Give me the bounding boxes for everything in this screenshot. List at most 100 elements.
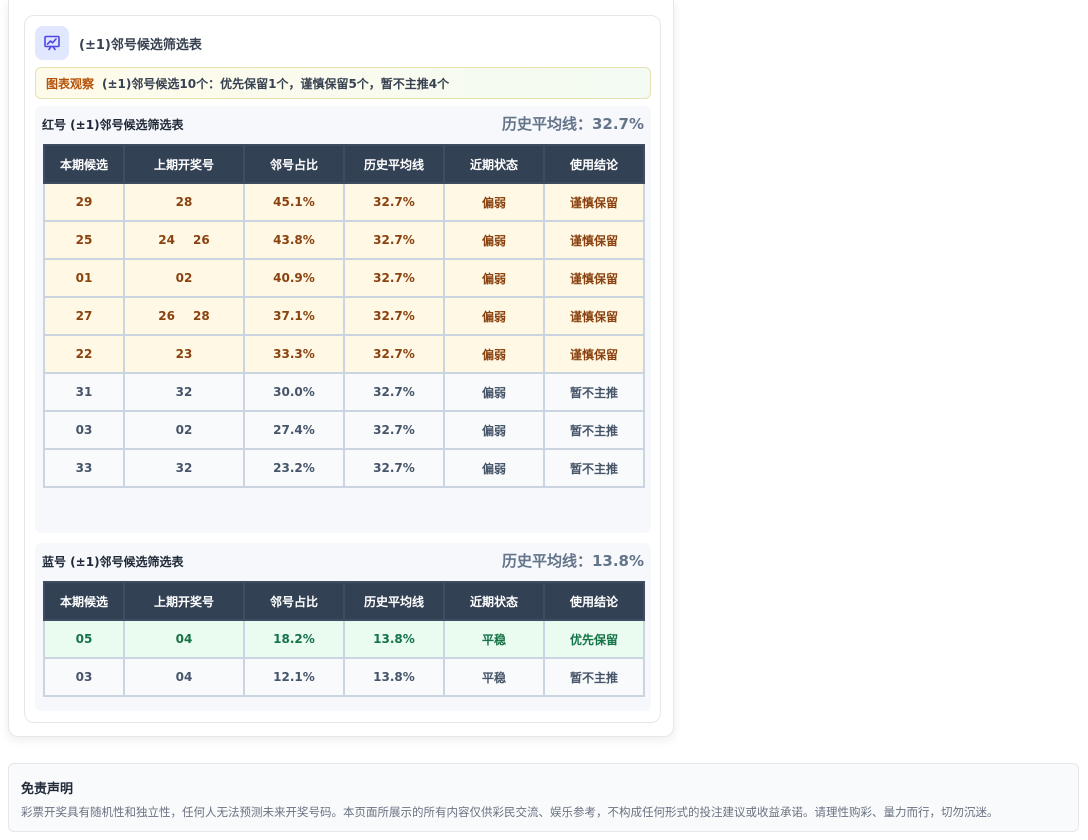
previous-draw-numbers: 04 [123,619,245,659]
red-average-label: 历史平均线：32.7% [501,115,644,133]
candidate-number: 03 [43,410,125,450]
previous-draw-numbers: 32 [123,448,245,488]
table-row: 25 24 26 43.8% 32.7% 偏弱 谨慎保留 [43,220,645,260]
history-average: 32.7% [343,334,445,374]
usage-conclusion: 谨慎保留 [543,220,645,260]
usage-conclusion: 谨慎保留 [543,334,645,374]
usage-conclusion: 谨慎保留 [543,182,645,222]
table-row: 01 02 40.9% 32.7% 偏弱 谨慎保留 [43,258,645,298]
observation-banner: 图表观察 (±1)邻号候选10个：优先保留1个，谨慎保留5个，暂不主推4个 [35,67,651,99]
recent-status: 偏弱 [443,448,545,488]
previous-draw-number: 24 [158,233,175,247]
column-header: 近期状态 [443,581,545,621]
column-header: 上期开奖号 [123,581,245,621]
table-header-row: 本期候选 上期开奖号 邻号占比 历史平均线 近期状态 使用结论 [43,144,645,184]
previous-draw-numbers: 24 26 [123,220,245,260]
table-header-row: 本期候选 上期开奖号 邻号占比 历史平均线 近期状态 使用结论 [43,581,645,621]
history-average: 32.7% [343,410,445,450]
table-row: 29 28 45.1% 32.7% 偏弱 谨慎保留 [43,182,645,222]
neighbor-filter-card: (±1)邻号候选筛选表 图表观察 (±1)邻号候选10个：优先保留1个，谨慎保留… [24,15,661,723]
disclaimer-box: 免责声明 彩票开奖具有随机性和独立性，任何人无法预测未来开奖号码。本页面所展示的… [8,763,1079,832]
neighbor-ratio: 37.1% [243,296,345,336]
blue-table-title: 蓝号 (±1)邻号候选筛选表 [42,555,184,569]
previous-draw-number: 28 [193,309,210,323]
previous-draw-numbers: 32 [123,372,245,412]
column-header: 本期候选 [43,144,125,184]
previous-draw-number: 26 [193,233,210,247]
recent-status: 偏弱 [443,372,545,412]
history-average: 32.7% [343,182,445,222]
neighbor-ratio: 33.3% [243,334,345,374]
previous-draw-numbers: 04 [123,657,245,697]
table-row: 31 32 30.0% 32.7% 偏弱 暂不主推 [43,372,645,412]
previous-draw-number: 04 [175,670,193,684]
previous-draw-number: 28 [175,195,193,209]
usage-conclusion: 优先保留 [543,619,645,659]
neighbor-ratio: 45.1% [243,182,345,222]
candidate-number: 22 [43,334,125,374]
previous-draw-number: 04 [175,632,193,646]
red-table-title: 红号 (±1)邻号候选筛选表 [42,118,184,132]
usage-conclusion: 暂不主推 [543,410,645,450]
presentation-chart-icon [35,26,69,60]
previous-draw-number: 02 [175,423,193,437]
usage-conclusion: 暂不主推 [543,448,645,488]
recent-status: 偏弱 [443,220,545,260]
column-header: 上期开奖号 [123,144,245,184]
history-average: 32.7% [343,448,445,488]
neighbor-ratio: 12.1% [243,657,345,697]
history-average: 32.7% [343,296,445,336]
column-header: 本期候选 [43,581,125,621]
candidate-number: 27 [43,296,125,336]
recent-status: 偏弱 [443,182,545,222]
usage-conclusion: 暂不主推 [543,657,645,697]
candidate-number: 05 [43,619,125,659]
candidate-number: 01 [43,258,125,298]
disclaimer-title: 免责声明 [21,782,74,797]
observation-text: (±1)邻号候选10个：优先保留1个，谨慎保留5个，暂不主推4个 [102,76,450,91]
usage-conclusion: 谨慎保留 [543,258,645,298]
blue-candidate-table: 本期候选 上期开奖号 邻号占比 历史平均线 近期状态 使用结论 05 04 18.2% 13.8… [43,581,645,697]
neighbor-ratio: 43.8% [243,220,345,260]
usage-conclusion: 谨慎保留 [543,296,645,336]
history-average: 32.7% [343,258,445,298]
neighbor-ratio: 23.2% [243,448,345,488]
previous-draw-numbers: 28 [123,182,245,222]
recent-status: 平稳 [443,619,545,659]
previous-draw-numbers: 02 [123,410,245,450]
table-row: 22 23 33.3% 32.7% 偏弱 谨慎保留 [43,334,645,374]
observation-tag: 图表观察 [46,76,95,91]
previous-draw-numbers: 26 28 [123,296,245,336]
previous-draw-number: 32 [175,385,193,399]
previous-draw-numbers: 02 [123,258,245,298]
column-header: 使用结论 [543,581,645,621]
history-average: 32.7% [343,220,445,260]
neighbor-ratio: 40.9% [243,258,345,298]
previous-draw-numbers: 23 [123,334,245,374]
neighbor-ratio: 30.0% [243,372,345,412]
usage-conclusion: 暂不主推 [543,372,645,412]
previous-draw-number: 32 [175,461,193,475]
card-title: (±1)邻号候选筛选表 [79,38,202,53]
column-header: 历史平均线 [343,581,445,621]
column-header: 历史平均线 [343,144,445,184]
table-row: 33 32 23.2% 32.7% 偏弱 暂不主推 [43,448,645,488]
red-candidate-table: 本期候选 上期开奖号 邻号占比 历史平均线 近期状态 使用结论 29 28 45.1% 32.7… [43,144,645,488]
neighbor-filter-panel: (±1)邻号候选筛选表 图表观察 (±1)邻号候选10个：优先保留1个，谨慎保留… [8,0,674,737]
column-header: 近期状态 [443,144,545,184]
recent-status: 偏弱 [443,334,545,374]
red-number-section: 红号 (±1)邻号候选筛选表 历史平均线：32.7% 本期候选 上期开奖号 邻号占比… [35,106,651,533]
table-row: 03 02 27.4% 32.7% 偏弱 暂不主推 [43,410,645,450]
history-average: 13.8% [343,657,445,697]
previous-draw-number: 23 [175,347,193,361]
neighbor-ratio: 18.2% [243,619,345,659]
recent-status: 偏弱 [443,258,545,298]
recent-status: 偏弱 [443,296,545,336]
candidate-number: 33 [43,448,125,488]
blue-average-label: 历史平均线：13.8% [501,552,644,570]
recent-status: 偏弱 [443,410,545,450]
previous-draw-number: 02 [175,271,193,285]
column-header: 使用结论 [543,144,645,184]
table-row: 05 04 18.2% 13.8% 平稳 优先保留 [43,619,645,659]
table-row: 03 04 12.1% 13.8% 平稳 暂不主推 [43,657,645,697]
